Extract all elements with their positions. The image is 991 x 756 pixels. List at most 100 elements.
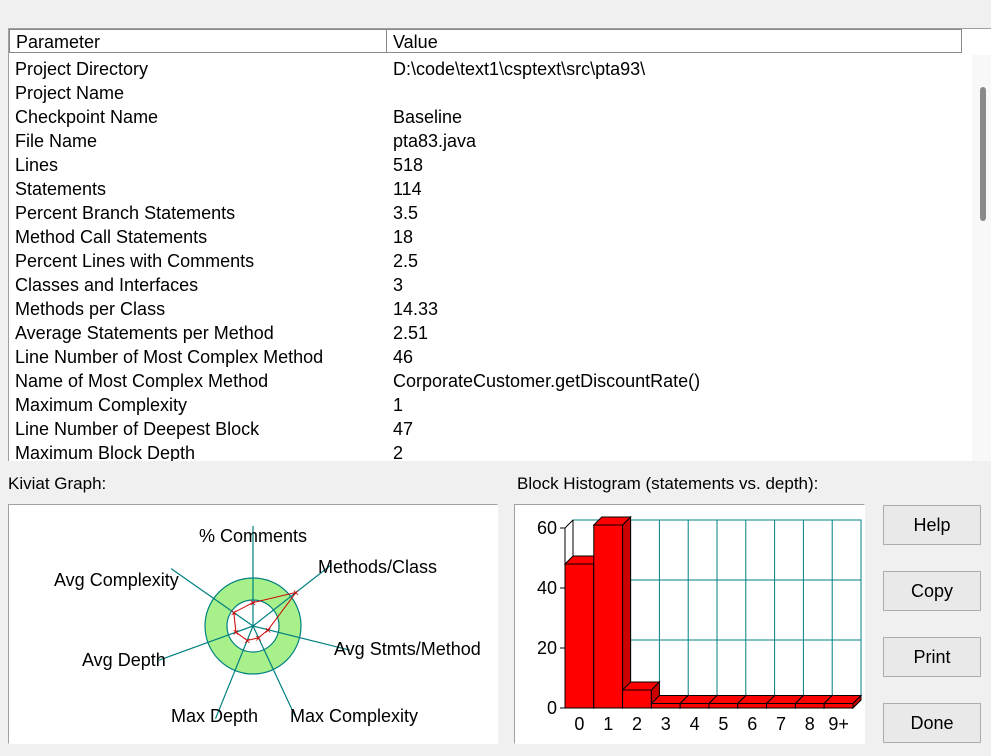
bar-front bbox=[622, 689, 652, 709]
kiviat-point: × bbox=[250, 598, 256, 610]
value-cell: CorporateCustomer.getDiscountRate() bbox=[393, 371, 701, 391]
value-cell: 2 bbox=[393, 443, 404, 461]
table-row[interactable]: Statements 114 bbox=[9, 177, 969, 201]
kiviat-point: × bbox=[244, 636, 250, 648]
value-cell: 18 bbox=[393, 227, 414, 247]
value-cell: pta83.java bbox=[393, 131, 477, 151]
table-header: Parameter Value bbox=[9, 29, 973, 55]
value-cell: 1 bbox=[393, 395, 404, 415]
value-cell: Baseline bbox=[393, 107, 463, 127]
value-cell: 518 bbox=[393, 155, 424, 175]
parameter-cell: Maximum Complexity bbox=[15, 395, 188, 415]
bar-front bbox=[737, 703, 768, 709]
column-header-value[interactable]: Value bbox=[386, 29, 962, 53]
table-row[interactable]: Checkpoint Name Baseline bbox=[9, 105, 969, 129]
done-button[interactable]: Done bbox=[883, 703, 981, 743]
table-row[interactable]: Percent Branch Statements 3.5 bbox=[9, 201, 969, 225]
histogram-bar bbox=[822, 694, 863, 710]
parameter-cell: Maximum Block Depth bbox=[15, 443, 196, 461]
x-tick-label: 2 bbox=[632, 714, 642, 734]
table-row[interactable]: Lines 518 bbox=[9, 153, 969, 177]
table-row[interactable]: Project Name bbox=[9, 81, 969, 105]
x-tick-label: 4 bbox=[690, 714, 700, 734]
axis-label-avg-depth: Avg Depth bbox=[82, 650, 166, 670]
parameter-cell: Checkpoint Name bbox=[15, 107, 159, 127]
column-header-parameter[interactable]: Parameter bbox=[9, 29, 387, 53]
table-row[interactable]: Classes and Interfaces 3 bbox=[9, 273, 969, 297]
parameter-cell: Average Statements per Method bbox=[15, 323, 274, 343]
kiviat-graph-panel: × × × × × × × % Comments Methods/Class Avg Stm… bbox=[8, 504, 498, 744]
kiviat-graph-label: Kiviat Graph: bbox=[8, 474, 107, 493]
bar-front bbox=[708, 703, 739, 709]
x-tick-label: 8 bbox=[805, 714, 815, 734]
x-tick-label: 9+ bbox=[828, 714, 849, 734]
value-cell: 2.5 bbox=[393, 251, 419, 271]
kiviat-point: × bbox=[231, 608, 237, 620]
table-row[interactable]: Percent Lines with Comments 2.5 bbox=[9, 249, 969, 273]
parameter-cell: Statements bbox=[15, 179, 107, 199]
axis-label-max-depth: Max Depth bbox=[171, 706, 258, 726]
table-row[interactable]: Maximum Block Depth 2 bbox=[9, 441, 969, 461]
x-tick-label: 7 bbox=[776, 714, 786, 734]
value-cell: 47 bbox=[393, 419, 414, 439]
kiviat-point: × bbox=[293, 587, 299, 599]
x-tick-label: 1 bbox=[603, 714, 613, 734]
parameter-cell: Lines bbox=[15, 155, 59, 175]
histogram-bar bbox=[592, 515, 632, 710]
histogram-panel: 0 20 40 60 0 1 2 3 4 5 6 7 8 9+ bbox=[514, 504, 865, 744]
y-tick-label: 40 bbox=[537, 578, 557, 598]
x-tick-label: 3 bbox=[661, 714, 671, 734]
y-tick-label: 0 bbox=[547, 698, 557, 718]
table-row[interactable]: Line Number of Most Complex Method 46 bbox=[9, 345, 969, 369]
axis-label-avg-stmts-per-method: Avg Stmts/Method bbox=[334, 639, 481, 659]
x-tick-label: 5 bbox=[718, 714, 728, 734]
block-histogram-chart: 02040600 1 2 3 4 5 6 7 8 9+ bbox=[537, 515, 863, 734]
parameter-cell: Method Call Statements bbox=[15, 227, 208, 247]
parameter-cell: File Name bbox=[15, 131, 98, 151]
y-tick-label: 60 bbox=[537, 518, 557, 538]
bar-front bbox=[650, 703, 681, 709]
kiviat-graph: × × × × × × × % Comments Methods/Class Avg Stm… bbox=[54, 526, 481, 726]
parameter-cell: Line Number of Most Complex Method bbox=[15, 347, 324, 367]
table-row[interactable]: Methods per Class 14.33 bbox=[9, 297, 969, 321]
table-row[interactable]: Maximum Complexity 1 bbox=[9, 393, 969, 417]
parameter-cell: Line Number of Deepest Block bbox=[15, 419, 260, 439]
scrollbar-thumb[interactable] bbox=[980, 87, 986, 221]
table-row[interactable]: Name of Most Complex Method CorporateCust… bbox=[9, 369, 969, 393]
axis-label-max-complexity: Max Complexity bbox=[290, 706, 418, 726]
table-row[interactable]: Project Directory D:\code\text1\csptext\s… bbox=[9, 57, 969, 81]
parameter-cell: Percent Branch Statements bbox=[15, 203, 236, 223]
parameter-cell: Methods per Class bbox=[15, 299, 166, 319]
table-row[interactable]: File Name pta83.java bbox=[9, 129, 969, 153]
metrics-table: Parameter Value Project Directory D:\code… bbox=[8, 28, 991, 461]
value-cell: D:\code\text1\csptext\src\pta93\ bbox=[393, 59, 646, 79]
table-row[interactable]: Line Number of Deepest Block 47 bbox=[9, 417, 969, 441]
parameter-cell: Classes and Interfaces bbox=[15, 275, 199, 295]
histogram-depth-line bbox=[564, 519, 574, 529]
kiviat-point: × bbox=[255, 633, 261, 645]
bar-front bbox=[794, 703, 825, 709]
help-button[interactable]: Help bbox=[883, 505, 981, 545]
table-row[interactable]: Average Statements per Method 2.51 bbox=[9, 321, 969, 345]
value-cell: 3 bbox=[393, 275, 404, 295]
value-cell: 114 bbox=[393, 179, 422, 199]
x-tick-label: 6 bbox=[747, 714, 757, 734]
bar-front bbox=[593, 524, 624, 709]
value-cell: 46 bbox=[393, 347, 414, 367]
kiviat-point: × bbox=[265, 625, 271, 637]
parameter-cell: Project Name bbox=[15, 83, 125, 103]
value-cell: 2.51 bbox=[393, 323, 429, 343]
vertical-scrollbar[interactable] bbox=[972, 55, 991, 461]
axis-label-avg-complexity: Avg Complexity bbox=[54, 570, 179, 590]
value-cell: 3.5 bbox=[393, 203, 419, 223]
parameter-cell: Percent Lines with Comments bbox=[15, 251, 255, 271]
print-button[interactable]: Print bbox=[883, 637, 981, 677]
histogram-label: Block Histogram (statements vs. depth): bbox=[517, 474, 819, 493]
table-body: Project Directory D:\code\text1\csptext\s… bbox=[9, 57, 969, 461]
table-row[interactable]: Method Call Statements 18 bbox=[9, 225, 969, 249]
bar-side bbox=[622, 515, 632, 710]
kiviat-point: × bbox=[233, 627, 239, 639]
value-cell: 14.33 bbox=[393, 299, 439, 319]
copy-button[interactable]: Copy bbox=[883, 571, 981, 611]
x-tick-label: 0 bbox=[574, 714, 584, 734]
